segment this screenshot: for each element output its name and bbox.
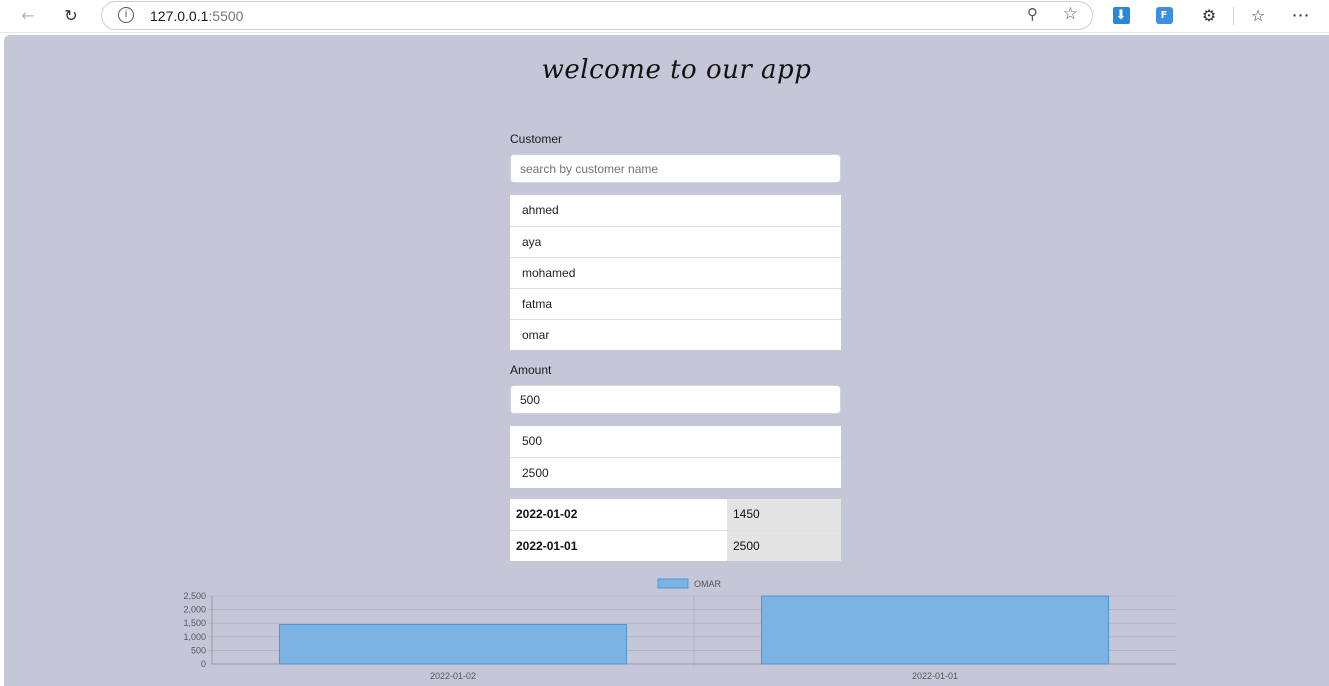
info-icon[interactable]: i xyxy=(118,7,134,23)
customer-list: ahmed aya mohamed fatma omar xyxy=(510,195,841,350)
page-title: welcome to our app xyxy=(541,55,812,85)
address-bar[interactable]: i 127.0.0.1:5500 ⚲ ☆ xyxy=(101,1,1093,30)
toolbar-divider xyxy=(1233,7,1234,25)
amount-item[interactable]: 500 xyxy=(510,426,841,457)
y-tick-label: 2,000 xyxy=(183,605,206,615)
y-tick-label: 500 xyxy=(191,645,206,655)
customer-search-input[interactable] xyxy=(510,154,841,183)
amount-input[interactable] xyxy=(510,385,841,414)
transactions-table: 2022-01-02 1450 2022-01-01 2500 xyxy=(510,499,841,561)
transaction-date: 2022-01-02 xyxy=(516,507,578,522)
zoom-out-icon[interactable]: ⚲ xyxy=(1027,5,1038,23)
x-tick-label: 2022-01-02 xyxy=(430,671,476,681)
y-tick-label: 1,500 xyxy=(183,618,206,628)
url-port: :5500 xyxy=(208,8,244,24)
legend-label: OMAR xyxy=(694,579,722,589)
favorite-star-icon[interactable]: ☆ xyxy=(1063,4,1078,24)
y-tick-label: 0 xyxy=(201,659,206,669)
extensions-puzzle-icon[interactable]: ⚙ xyxy=(1196,4,1222,26)
transaction-amount: 2500 xyxy=(727,529,841,561)
x-tick-label: 2022-01-01 xyxy=(912,671,958,681)
favorites-list-icon[interactable]: ☆ xyxy=(1245,4,1271,26)
browser-toolbar: ← ↻ i 127.0.0.1:5500 ⚲ ☆ ⬇ F ⚙ ☆ ⋯ xyxy=(0,0,1329,33)
amount-list: 500 2500 xyxy=(510,426,841,488)
bar xyxy=(760,595,1110,665)
page-content: welcome to our app Customer ahmed aya mo… xyxy=(4,35,1329,686)
amount-label: Amount xyxy=(510,363,552,377)
url-text: 127.0.0.1:5500 xyxy=(150,8,243,24)
bar xyxy=(278,624,628,665)
translate-extension-icon[interactable]: F xyxy=(1151,4,1177,26)
back-arrow-icon[interactable]: ← xyxy=(15,4,41,26)
customer-item[interactable]: omar xyxy=(510,319,841,350)
y-tick-label: 2,500 xyxy=(183,591,206,601)
customer-item[interactable]: ahmed xyxy=(510,195,841,226)
customer-item[interactable]: aya xyxy=(510,226,841,257)
transactions-bar-chart: 0 500 1,000 1,500 2,000 2,500 2022-01-02 2022-0… xyxy=(183,578,1176,681)
customer-item[interactable]: fatma xyxy=(510,288,841,319)
table-row: 2022-01-01 2500 xyxy=(510,529,841,561)
amount-item[interactable]: 2500 xyxy=(510,457,841,488)
more-options-icon[interactable]: ⋯ xyxy=(1288,4,1314,26)
url-host: 127.0.0.1 xyxy=(150,8,209,24)
download-extension-icon[interactable]: ⬇ xyxy=(1108,4,1134,26)
y-tick-label: 1,000 xyxy=(183,632,206,642)
legend-swatch xyxy=(657,578,689,589)
transaction-date: 2022-01-01 xyxy=(510,529,727,561)
transaction-amount: 1450 xyxy=(727,499,841,530)
customer-label: Customer xyxy=(510,132,563,146)
customer-item[interactable]: mohamed xyxy=(510,257,841,288)
reload-icon[interactable]: ↻ xyxy=(58,4,84,26)
table-row: 2022-01-02 1450 xyxy=(510,499,841,530)
